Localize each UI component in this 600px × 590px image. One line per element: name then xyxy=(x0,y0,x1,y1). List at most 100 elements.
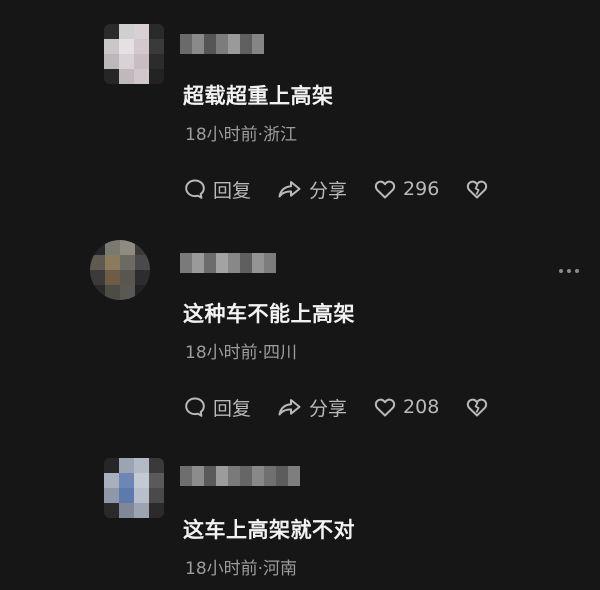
more-dots-icon[interactable] xyxy=(558,266,580,276)
avatar-mosaic-block xyxy=(135,255,150,270)
avatar-mosaic-block xyxy=(104,69,119,84)
username-blurred[interactable] xyxy=(180,253,276,273)
username-mosaic-block xyxy=(192,34,204,54)
avatar-mosaic-block xyxy=(149,69,164,84)
avatar-mosaic-block xyxy=(149,24,164,39)
avatar-mosaic-block xyxy=(104,503,119,518)
avatar-mosaic-block xyxy=(120,240,135,255)
username-mosaic-block xyxy=(180,253,192,273)
username-mosaic-block xyxy=(240,34,252,54)
avatar-mosaic-block xyxy=(134,24,149,39)
comment-meta: 18小时前·河南 xyxy=(185,559,298,579)
avatar-mosaic-block xyxy=(105,255,120,270)
avatar-mosaic-block xyxy=(134,473,149,488)
avatar-mosaic-block xyxy=(135,240,150,255)
reply-label: 回复 xyxy=(213,397,252,420)
username-blurred[interactable] xyxy=(180,34,264,54)
username-mosaic-block xyxy=(228,466,240,486)
avatar-mosaic-block xyxy=(134,39,149,54)
avatar[interactable] xyxy=(90,240,150,300)
reply-label: 回复 xyxy=(213,179,252,202)
username-mosaic-block xyxy=(204,34,216,54)
avatar-mosaic-block xyxy=(135,270,150,285)
avatar-mosaic-block xyxy=(104,488,119,503)
username-mosaic-block xyxy=(228,253,240,273)
reply-button[interactable]: 回复 xyxy=(183,176,251,203)
avatar-mosaic-block xyxy=(104,24,119,39)
like-count: 296 xyxy=(403,178,440,200)
avatar-mosaic-block xyxy=(104,54,119,69)
like-count: 208 xyxy=(403,396,440,418)
avatar-mosaic-block xyxy=(134,503,149,518)
avatar-mosaic-block xyxy=(119,488,134,503)
avatar-mosaic-block xyxy=(134,69,149,84)
avatar-mosaic-block xyxy=(104,39,119,54)
avatar[interactable] xyxy=(104,458,164,518)
avatar-mosaic-block xyxy=(134,458,149,473)
heart-icon xyxy=(374,398,396,417)
avatar-mosaic-block xyxy=(149,473,164,488)
comment-text: 这种车不能上高架 xyxy=(183,302,355,326)
avatar-mosaic-block xyxy=(149,488,164,503)
username-mosaic-block xyxy=(192,466,204,486)
avatar-mosaic-block xyxy=(90,270,105,285)
username-mosaic-block xyxy=(216,466,228,486)
avatar-mosaic-block xyxy=(119,39,134,54)
avatar-mosaic-block xyxy=(134,488,149,503)
avatar-mosaic-block xyxy=(119,458,134,473)
avatar-mosaic-block xyxy=(105,240,120,255)
comment-bubble-icon xyxy=(185,179,205,199)
like-button[interactable]: 208 xyxy=(373,395,439,419)
heart-icon xyxy=(374,180,396,199)
username-mosaic-block xyxy=(204,253,216,273)
avatar-mosaic-block xyxy=(149,39,164,54)
avatar-mosaic-block xyxy=(104,473,119,488)
share-label: 分享 xyxy=(309,179,348,202)
comment-bubble-icon xyxy=(185,397,205,417)
username-mosaic-block xyxy=(216,253,228,273)
avatar-mosaic-block xyxy=(104,458,119,473)
share-button[interactable]: 分享 xyxy=(277,394,347,421)
avatar-mosaic-block xyxy=(90,285,105,300)
username-mosaic-block xyxy=(192,253,204,273)
avatar-mosaic-block xyxy=(120,255,135,270)
username-mosaic-block xyxy=(252,466,264,486)
share-button[interactable]: 分享 xyxy=(277,176,347,203)
username-mosaic-block xyxy=(216,34,228,54)
username-mosaic-block xyxy=(264,466,276,486)
avatar-mosaic-block xyxy=(135,285,150,300)
avatar-mosaic-block xyxy=(120,285,135,300)
share-label: 分享 xyxy=(309,397,348,420)
like-button[interactable]: 296 xyxy=(373,177,439,201)
comment-meta: 18小时前·浙江 xyxy=(185,125,298,145)
comment-actions: 回复 分享 296 xyxy=(183,175,515,203)
username-blurred[interactable] xyxy=(180,466,300,486)
avatar-mosaic-block xyxy=(119,24,134,39)
share-arrow-icon xyxy=(278,399,301,416)
avatar-mosaic-block xyxy=(119,54,134,69)
avatar[interactable] xyxy=(104,24,164,84)
username-mosaic-block xyxy=(264,253,276,273)
username-mosaic-block xyxy=(288,466,300,486)
broken-heart-icon xyxy=(467,180,488,199)
username-mosaic-block xyxy=(240,253,252,273)
username-mosaic-block xyxy=(240,466,252,486)
username-mosaic-block xyxy=(252,34,264,54)
dislike-button[interactable] xyxy=(465,177,489,201)
username-mosaic-block xyxy=(252,253,264,273)
username-mosaic-block xyxy=(180,466,192,486)
avatar-mosaic-block xyxy=(105,270,120,285)
username-mosaic-block xyxy=(180,34,192,54)
broken-heart-icon xyxy=(467,398,488,417)
reply-button[interactable]: 回复 xyxy=(183,394,251,421)
comment-text: 这车上高架就不对 xyxy=(183,518,355,542)
avatar-mosaic-block xyxy=(119,69,134,84)
avatar-mosaic-block xyxy=(149,54,164,69)
avatar-mosaic-block xyxy=(120,270,135,285)
avatar-mosaic-block xyxy=(90,255,105,270)
username-mosaic-block xyxy=(276,466,288,486)
dislike-button[interactable] xyxy=(465,395,489,419)
avatar-mosaic-block xyxy=(119,473,134,488)
avatar-mosaic-block xyxy=(119,503,134,518)
username-mosaic-block xyxy=(228,34,240,54)
